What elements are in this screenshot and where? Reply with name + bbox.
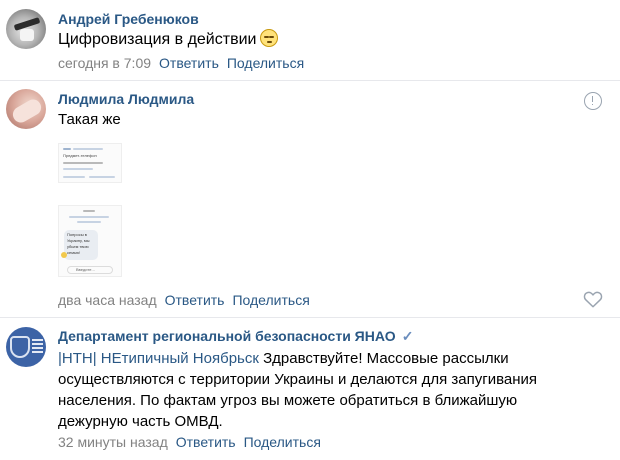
comment-text: Цифровизация в действии bbox=[58, 29, 279, 50]
heart-icon[interactable] bbox=[583, 290, 603, 308]
bubble-line: семью! bbox=[67, 250, 81, 255]
comment-timestamp[interactable]: сегодня в 7:09 bbox=[58, 55, 151, 71]
attachment-image[interactable]: Предмет-телефон bbox=[58, 143, 122, 183]
checkmark-icon: ✓ bbox=[401, 328, 414, 344]
share-button[interactable]: Поделиться bbox=[232, 292, 309, 308]
avatar[interactable] bbox=[6, 9, 46, 49]
attachment-image[interactable]: Попросы в Украину, мы убьем твою семью! … bbox=[58, 205, 122, 277]
avatar[interactable] bbox=[6, 89, 46, 129]
divider bbox=[0, 317, 620, 318]
warning-icon bbox=[61, 252, 67, 258]
comment-author[interactable]: Андрей Гребенюков bbox=[58, 11, 199, 27]
reply-button[interactable]: Ответить bbox=[176, 434, 236, 450]
comment-timestamp[interactable]: два часа назад bbox=[58, 292, 157, 308]
comment-text: |НТН| НЕтипичный Ноябрьск Здравствуйте! … bbox=[58, 348, 558, 432]
mention-link[interactable]: |НТН| НЕтипичный Ноябрьск bbox=[58, 350, 259, 367]
comment-text: Такая же bbox=[58, 111, 121, 128]
divider bbox=[0, 80, 620, 81]
comment-author-name[interactable]: Департамент региональной безопасности ЯН… bbox=[58, 328, 396, 344]
avatar[interactable] bbox=[6, 327, 46, 367]
comment-author: Департамент региональной безопасности ЯН… bbox=[58, 328, 413, 345]
reply-button[interactable]: Ответить bbox=[165, 292, 225, 308]
comment-meta: сегодня в 7:09 Ответить Поделиться bbox=[58, 55, 304, 71]
comment-author[interactable]: Людмила Людмила bbox=[58, 91, 194, 107]
message-input: Введите... bbox=[67, 266, 113, 274]
comment-timestamp[interactable]: 32 минуты назад bbox=[58, 434, 168, 450]
comment-meta: два часа назад Ответить Поделиться bbox=[58, 292, 310, 308]
exclamation-circle-icon[interactable] bbox=[584, 92, 602, 110]
message-bubble: Попросы в Украину, мы убьем твою семью! bbox=[64, 230, 98, 260]
comment-meta: 32 минуты назад Ответить Поделиться bbox=[58, 434, 321, 450]
reply-button[interactable]: Ответить bbox=[159, 55, 219, 71]
attachment-title: Предмет-телефон bbox=[63, 153, 97, 158]
share-button[interactable]: Поделиться bbox=[244, 434, 321, 450]
smiling-face-icon bbox=[260, 29, 279, 47]
share-button[interactable]: Поделиться bbox=[227, 55, 304, 71]
